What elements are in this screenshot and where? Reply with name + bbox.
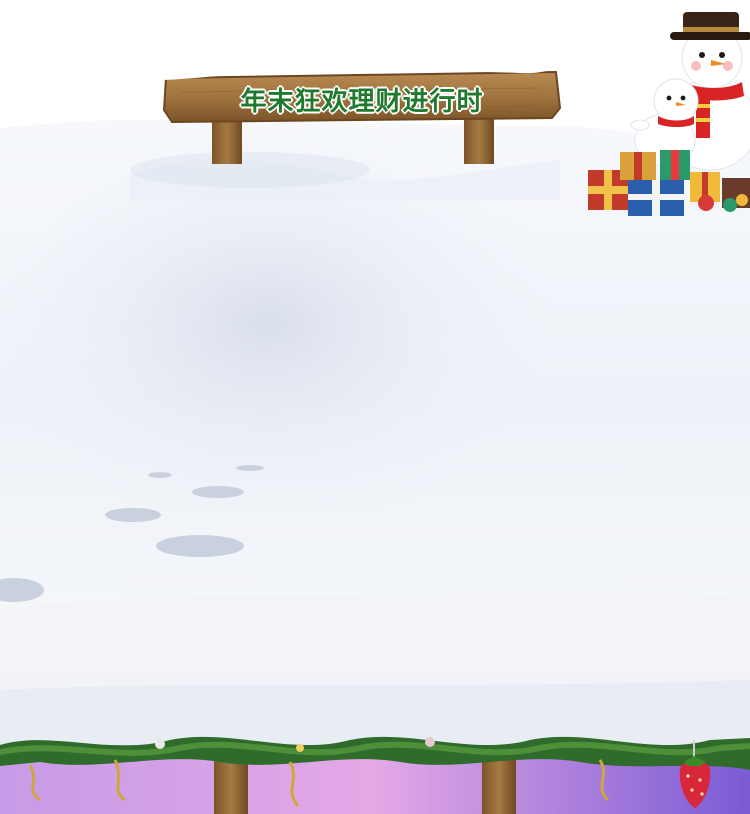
- snow-scene-illustration: [0, 12, 750, 814]
- winter-banner-stage: 年末狂欢理财进行时: [0, 0, 750, 814]
- sign-title: 年末狂欢理财进行时: [240, 87, 484, 117]
